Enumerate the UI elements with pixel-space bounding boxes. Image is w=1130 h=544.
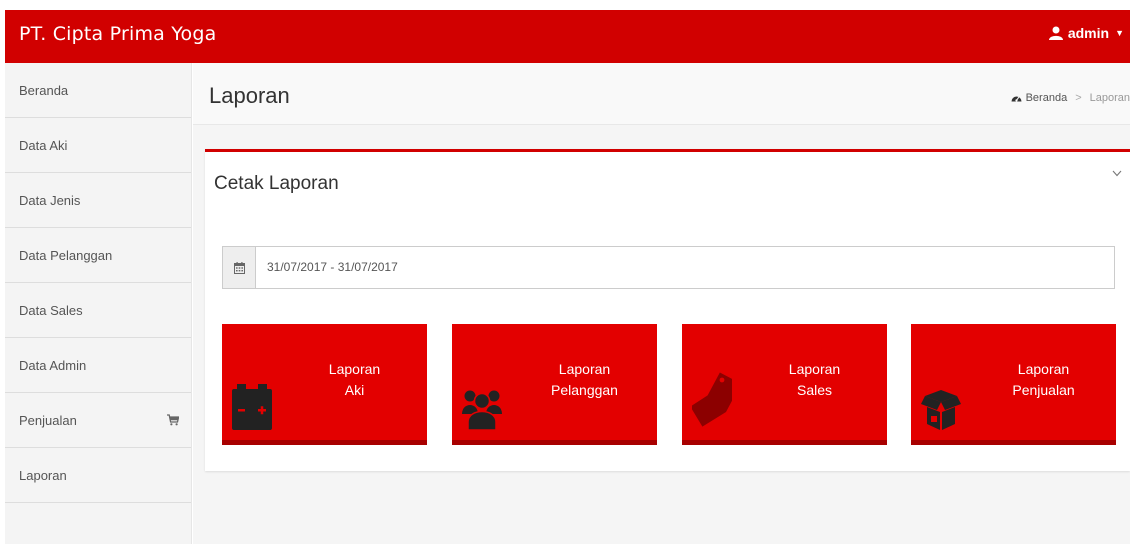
breadcrumb: Beranda > Laporan [1011,92,1130,104]
sidebar-item-data-jenis[interactable]: Data Jenis [5,173,191,228]
sidebar-item-data-sales[interactable]: Data Sales [5,283,191,338]
user-name: admin [1067,25,1110,41]
user-menu[interactable]: admin ▼ [1048,25,1124,41]
tag-icon [692,372,732,427]
tile-label-line2: Pelanggan [551,382,618,398]
tile-laporan-aki[interactable]: Laporan Aki [222,324,427,445]
top-navbar: PT. Cipta Prima Yoga admin ▼ [5,10,1130,63]
user-icon [1048,26,1063,40]
chevron-down-icon[interactable] [1112,170,1122,177]
page-title: Laporan [209,83,290,108]
tile-label-line2: Penjualan [1012,382,1075,398]
sidebar-item-label: Beranda [19,83,69,98]
sidebar-item-data-pelanggan[interactable]: Data Pelanggan [5,228,191,283]
sidebar-item-label: Data Pelanggan [19,248,113,263]
tile-label-line1: Laporan [788,361,841,377]
date-range-field[interactable]: 31/07/2017 - 31/07/2017 [222,246,1115,289]
sidebar-item-label: Data Aki [19,138,68,153]
tile-label: Laporan Penjualan [971,359,1116,401]
sidebar-item-penjualan[interactable]: Penjualan [5,393,191,448]
chevron-down-icon: ▼ [1115,28,1124,38]
box-title: Cetak Laporan [214,173,339,194]
sidebar-item-label: Laporan [19,468,67,483]
tile-label-line2: Sales [796,382,833,398]
sidebar: Beranda Data Aki Data Jenis Data Pelangg… [5,63,192,544]
tile-laporan-penjualan[interactable]: Laporan Penjualan [911,324,1116,445]
breadcrumb-home[interactable]: Beranda [1026,92,1068,104]
tile-label: Laporan Sales [742,359,887,401]
calendar-icon [233,261,245,274]
sidebar-item-label: Data Admin [19,358,87,373]
tile-label: Laporan Pelanggan [512,359,657,401]
breadcrumb-separator: > [1075,92,1082,104]
sidebar-item-beranda[interactable]: Beranda [5,63,191,118]
tile-laporan-sales[interactable]: Laporan Sales [682,324,887,445]
sidebar-item-data-admin[interactable]: Data Admin [5,338,191,393]
app-brand[interactable]: PT. Cipta Prima Yoga [19,23,216,45]
tile-label-line2: Aki [344,382,365,398]
breadcrumb-current: Laporan [1089,92,1130,104]
tile-label-line1: Laporan [328,361,381,377]
sidebar-item-data-aki[interactable]: Data Aki [5,118,191,173]
tile-label: Laporan Aki [282,359,427,401]
tile-label-line1: Laporan [558,361,611,377]
battery-icon [232,384,272,430]
tile-laporan-pelanggan[interactable]: Laporan Pelanggan [452,324,657,445]
sidebar-item-label: Data Sales [19,303,83,318]
report-box: Cetak Laporan 31/07/2017 - 31/07/2017 La… [205,149,1130,471]
sidebar-item-label: Penjualan [19,413,77,428]
date-range-value: 31/07/2017 - 31/07/2017 [267,260,398,274]
box-icon [921,390,961,430]
tile-label-line1: Laporan [1017,361,1070,377]
cart-icon [167,414,179,426]
dashboard-icon [1011,96,1022,102]
sidebar-item-label: Data Jenis [19,193,81,208]
users-icon [462,390,502,430]
main-content: Laporan Beranda > Laporan Cetak Laporan [193,63,1130,544]
page-header: Laporan Beranda > Laporan [193,63,1130,125]
date-addon [223,247,256,288]
sidebar-item-laporan[interactable]: Laporan [5,448,191,503]
